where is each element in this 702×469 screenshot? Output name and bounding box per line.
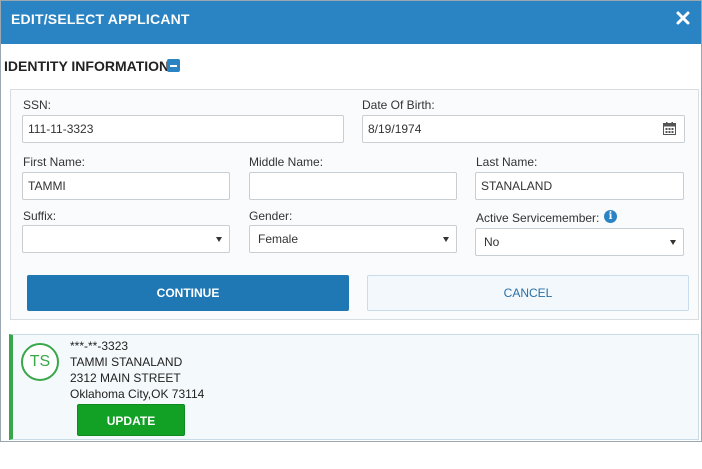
gender-select[interactable]: Female [249, 225, 457, 253]
gender-value: Female [258, 232, 299, 246]
calendar-icon[interactable] [663, 122, 676, 135]
applicant-ssn: ***-**-3323 [70, 339, 129, 353]
update-identity-button[interactable]: UPDATE IDENTITY [77, 404, 185, 460]
first-name-field[interactable] [22, 172, 230, 200]
dob-label: Date Of Birth: [362, 98, 435, 112]
close-icon[interactable] [675, 10, 691, 26]
avatar: TS [21, 343, 59, 381]
servicemember-label: Active Servicemember: [476, 211, 600, 225]
middle-name-label: Middle Name: [249, 155, 324, 169]
servicemember-value: No [484, 235, 500, 249]
section-title: IDENTITY INFORMATION [4, 58, 170, 74]
chevron-down-icon [670, 240, 676, 245]
continue-button[interactable]: CONTINUE [27, 275, 349, 311]
collapse-minus-icon[interactable] [167, 59, 180, 72]
applicant-street: 2312 MAIN STREET [70, 371, 181, 385]
chevron-down-icon [216, 237, 222, 242]
servicemember-select[interactable]: No [475, 228, 684, 256]
suffix-select[interactable] [22, 225, 230, 253]
middle-name-field[interactable] [249, 172, 457, 200]
applicant-city: Oklahoma City,OK 73114 [70, 387, 205, 401]
chevron-down-icon [443, 237, 449, 242]
dialog-titlebar: EDIT/SELECT APPLICANT [1, 1, 701, 44]
first-name-label: First Name: [23, 155, 86, 169]
applicant-name: TAMMI STANALAND [70, 355, 183, 369]
info-icon[interactable]: i [604, 210, 617, 223]
dob-value: 8/19/1974 [368, 122, 422, 136]
last-name-field[interactable] [475, 172, 684, 200]
ssn-field[interactable] [22, 115, 344, 143]
edit-applicant-dialog: EDIT/SELECT APPLICANT IDENTITY INFORMATI… [0, 0, 702, 460]
suffix-label: Suffix: [23, 209, 57, 223]
ssn-label: SSN: [23, 98, 52, 112]
dialog-title: EDIT/SELECT APPLICANT [11, 11, 190, 27]
last-name-label: Last Name: [476, 155, 538, 169]
cancel-button[interactable]: CANCEL [367, 275, 689, 311]
gender-label: Gender: [249, 209, 293, 223]
dob-field[interactable]: 8/19/1974 [362, 115, 685, 143]
